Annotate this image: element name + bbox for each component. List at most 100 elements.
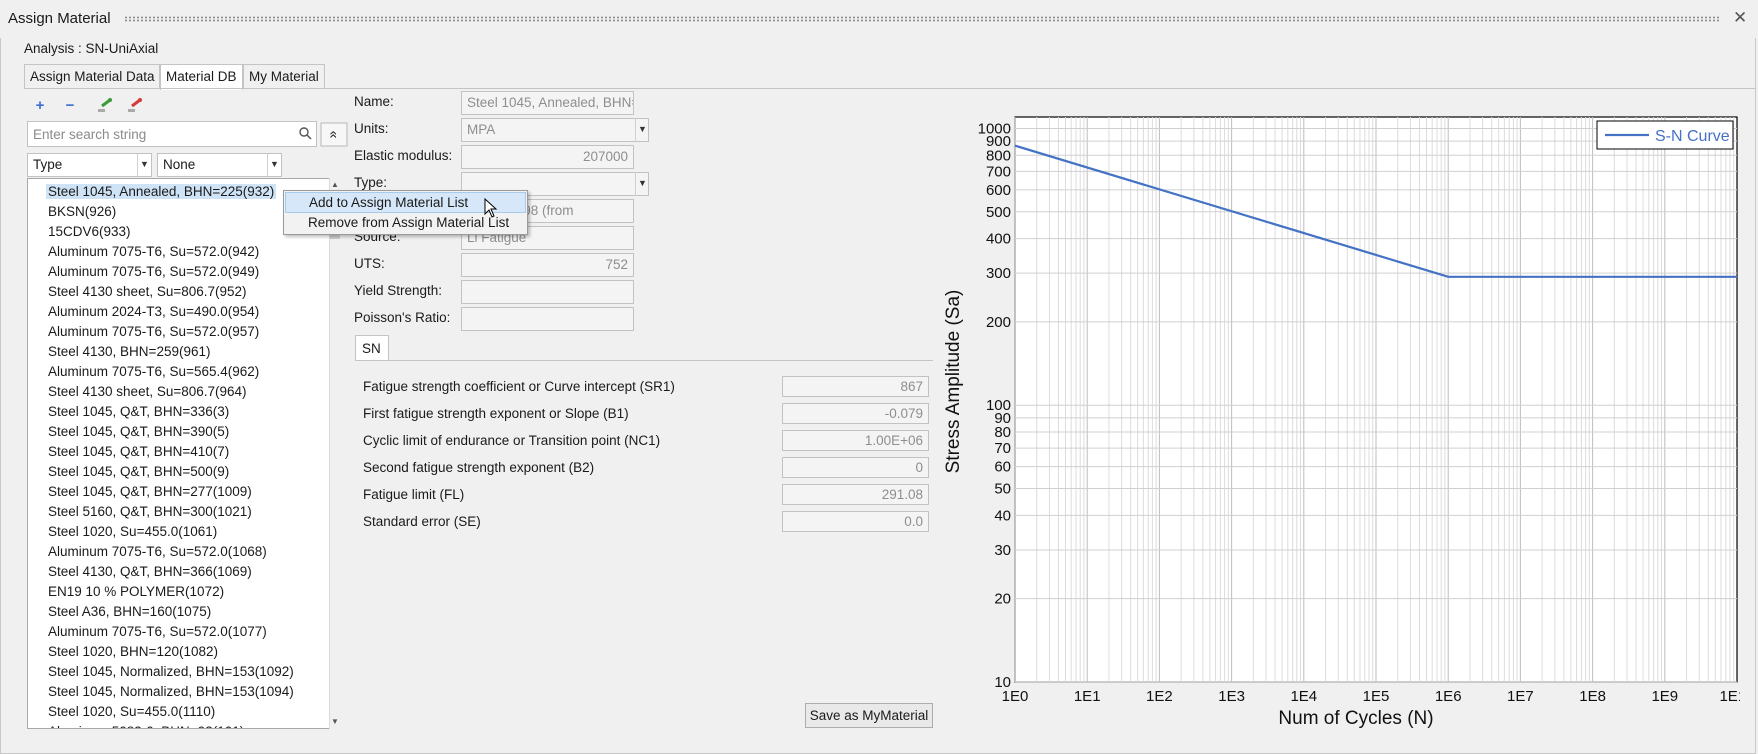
- y-tick-label: 700: [986, 163, 1011, 180]
- material-list-item[interactable]: Steel 5160, Q&T, BHN=300(1021): [48, 504, 252, 519]
- value-filter-select[interactable]: None: [157, 153, 282, 177]
- material-list-item[interactable]: Steel 4130, Q&T, BHN=366(1069): [48, 564, 252, 579]
- sn-param-label: First fatigue strength exponent or Slope…: [363, 406, 629, 421]
- sn-curve-chart: 1E01E11E21E31E41E51E61E71E81E91E10102030…: [943, 116, 1740, 729]
- material-list-item[interactable]: Steel 1045, Q&T, BHN=500(9): [48, 464, 229, 479]
- material-list-item[interactable]: EN19 10 % POLYMER(1072): [48, 584, 224, 599]
- units-select[interactable]: MPA: [461, 118, 649, 142]
- sn-param-label: Cyclic limit of endurance or Transition …: [363, 433, 661, 448]
- window-title: Assign Material: [8, 10, 111, 27]
- tab-sn[interactable]: SN: [355, 335, 389, 361]
- elastic-modulus-field[interactable]: 207000: [461, 145, 634, 169]
- chevron-down-icon: ▼: [635, 172, 649, 196]
- material-list-item[interactable]: Steel 1020, BHN=120(1082): [48, 644, 218, 659]
- material-list-item[interactable]: Steel 1045, Normalized, BHN=153(1092): [48, 664, 294, 679]
- material-list-item[interactable]: Aluminum 5083-0, BHN=93(101): [48, 724, 244, 728]
- export-icon[interactable]: [125, 97, 145, 115]
- sn-param-label: Fatigue strength coefficient or Curve in…: [363, 379, 675, 394]
- save-as-mymaterial-button[interactable]: Save as MyMaterial: [805, 703, 933, 728]
- remove-icon[interactable]: −: [60, 97, 80, 115]
- material-list-item[interactable]: Aluminum 7075-T6, Su=565.4(962): [48, 364, 259, 379]
- material-list-item[interactable]: Steel 1020, Su=455.0(1110): [48, 704, 215, 719]
- sn-param-label: Standard error (SE): [363, 514, 481, 529]
- y-tick-label: 60: [994, 459, 1011, 476]
- analysis-label: Analysis : SN-UniAxial: [24, 41, 159, 56]
- y-tick-label: 50: [994, 481, 1011, 498]
- material-list-item[interactable]: Steel 1045, Q&T, BHN=277(1009): [48, 484, 252, 499]
- material-list-item[interactable]: Aluminum 7075-T6, Su=572.0(1068): [48, 544, 267, 559]
- material-list-item[interactable]: Aluminum 7075-T6, Su=572.0(957): [48, 324, 259, 339]
- yield-strength-field[interactable]: [461, 280, 634, 304]
- sn-param-field[interactable]: 291.08: [782, 484, 929, 505]
- y-tick-label: 1000: [978, 120, 1011, 137]
- x-tick-label: 1E3: [1218, 688, 1245, 705]
- material-list-item[interactable]: Aluminum 7075-T6, Su=572.0(949): [48, 264, 259, 279]
- sn-param-field[interactable]: 1.00E+06: [782, 430, 929, 451]
- x-tick-label: 1E8: [1579, 688, 1606, 705]
- chevron-down-icon: ▼: [267, 153, 281, 177]
- x-axis-title: Num of Cycles (N): [1278, 708, 1433, 729]
- material-list-item[interactable]: Aluminum 7075-T6, Su=572.0(1077): [48, 624, 267, 639]
- poisson-ratio-label: Poisson's Ratio:: [354, 310, 451, 325]
- x-tick-label: 1E7: [1507, 688, 1534, 705]
- type-label: Type:: [354, 175, 388, 190]
- sn-param-label: Second fatigue strength exponent (B2): [363, 460, 595, 475]
- title-bar: Assign Material ✕: [0, 0, 1758, 38]
- tab-my-material[interactable]: My Material: [243, 64, 325, 89]
- y-tick-label: 20: [994, 591, 1011, 608]
- material-list-item[interactable]: Steel 1045, Q&T, BHN=390(5): [48, 424, 229, 439]
- import-icon[interactable]: [95, 97, 115, 115]
- sn-param-field[interactable]: 0.0: [782, 511, 929, 532]
- close-icon[interactable]: ✕: [1733, 8, 1747, 28]
- sn-param-field[interactable]: -0.079: [782, 403, 929, 424]
- material-list-item[interactable]: Steel 4130 sheet, Su=806.7(964): [48, 384, 247, 399]
- y-tick-label: 500: [986, 204, 1011, 221]
- material-list-item[interactable]: 15CDV6(933): [48, 224, 131, 239]
- material-list-item[interactable]: Steel A36, BHN=160(1075): [48, 604, 211, 619]
- scroll-down-icon[interactable]: ▼: [329, 716, 341, 728]
- x-tick-label: 1E10: [1719, 688, 1740, 705]
- search-icon[interactable]: [298, 126, 312, 143]
- title-drag-handle[interactable]: [124, 16, 1719, 22]
- y-axis-title: Stress Amplitude (Sa): [943, 290, 964, 474]
- collapse-button[interactable]: «: [320, 122, 348, 147]
- elastic-modulus-label: Elastic modulus:: [354, 148, 453, 163]
- y-tick-label: 100: [986, 397, 1011, 414]
- y-tick-label: 10: [994, 674, 1011, 691]
- x-tick-label: 1E4: [1290, 688, 1317, 705]
- material-list-item[interactable]: Aluminum 2024-T3, Su=490.0(954): [48, 304, 259, 319]
- x-tick-label: 1E6: [1435, 688, 1462, 705]
- material-list-item[interactable]: Steel 4130 sheet, Su=806.7(952): [48, 284, 247, 299]
- material-list-item[interactable]: Steel 1045, Q&T, BHN=336(3): [48, 404, 229, 419]
- sn-param-field[interactable]: 0: [782, 457, 929, 478]
- material-list[interactable]: Steel 1045, Annealed, BHN=225(932) BKSN(9…: [27, 178, 341, 729]
- sn-param-label: Fatigue limit (FL): [363, 487, 465, 502]
- material-list-item[interactable]: Steel 4130, BHN=259(961): [48, 344, 210, 359]
- add-icon[interactable]: +: [30, 97, 50, 115]
- x-tick-label: 1E9: [1651, 688, 1678, 705]
- material-list-item[interactable]: Steel 1045, Q&T, BHN=410(7): [48, 444, 229, 459]
- name-field[interactable]: Steel 1045, Annealed, BHN=: [461, 91, 634, 115]
- name-label: Name:: [354, 94, 394, 109]
- search-input[interactable]: Enter search string: [27, 121, 317, 147]
- material-list-item[interactable]: Steel 1020, Su=455.0(1061): [48, 524, 217, 539]
- poisson-ratio-field[interactable]: [461, 307, 634, 331]
- material-list-item[interactable]: Aluminum 7075-T6, Su=572.0(942): [48, 244, 259, 259]
- sn-param-field[interactable]: 867: [782, 376, 929, 397]
- uts-field[interactable]: 752: [461, 253, 634, 277]
- x-tick-label: 1E2: [1146, 688, 1173, 705]
- material-list-item[interactable]: BKSN(926): [48, 204, 116, 219]
- list-scrollbar[interactable]: [329, 178, 341, 729]
- tab-material-db[interactable]: Material DB: [160, 64, 243, 90]
- units-label: Units:: [354, 121, 389, 136]
- material-list-item[interactable]: Steel 1045, Normalized, BHN=153(1094): [48, 684, 294, 699]
- sn-tab-divider: [355, 360, 933, 361]
- uts-label: UTS:: [354, 256, 385, 271]
- type-filter-select[interactable]: Type: [27, 153, 152, 177]
- tab-assign-material-data[interactable]: Assign Material Data: [24, 64, 160, 89]
- y-tick-label: 600: [986, 182, 1011, 199]
- material-list-item[interactable]: Steel 1045, Annealed, BHN=225(932): [46, 184, 277, 199]
- yield-strength-label: Yield Strength:: [354, 283, 443, 298]
- chevron-down-icon: ▼: [137, 153, 151, 177]
- x-tick-label: 1E5: [1363, 688, 1390, 705]
